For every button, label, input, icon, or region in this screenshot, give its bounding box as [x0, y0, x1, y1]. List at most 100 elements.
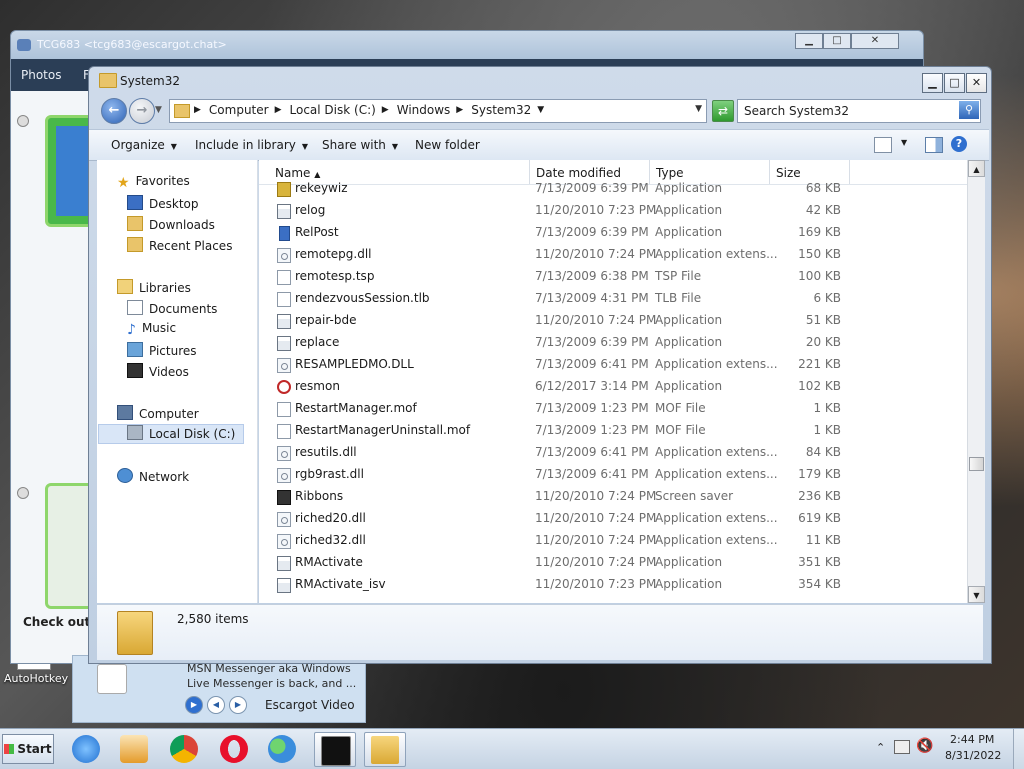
table-row[interactable]: rekeywiz 7/13/2009 6:39 PM Application 68 K…	[259, 178, 967, 200]
messenger-titlebar[interactable]: TCG683 <tcg683@escargot.chat> ▁ □ ✕	[11, 31, 923, 59]
taskbar-chrome[interactable]	[164, 732, 204, 765]
network-tray-icon[interactable]	[894, 740, 910, 754]
vertical-scrollbar[interactable]: ▲ ▼	[967, 160, 985, 603]
table-row[interactable]: riched20.dll 11/20/2010 7:24 PM Applicatio…	[259, 508, 967, 530]
messenger-maximize-button[interactable]: □	[823, 33, 851, 49]
chevron-right-icon[interactable]: ▶	[382, 105, 389, 117]
include-in-library-button[interactable]: Include in library ▼	[195, 138, 308, 152]
search-icon[interactable]: ⚲	[959, 101, 979, 119]
forward-button[interactable]: →	[129, 98, 155, 124]
organize-button[interactable]: Organize ▼	[111, 138, 177, 152]
clock-time[interactable]: 2:44 PM	[950, 733, 994, 746]
recent-pages-dropdown-icon[interactable]: ▼	[155, 105, 162, 115]
start-button[interactable]: Start	[2, 734, 54, 764]
nav-libraries[interactable]: Libraries	[117, 279, 191, 295]
share-with-button[interactable]: Share with ▼	[322, 138, 398, 152]
chevron-right-icon[interactable]: ▶	[194, 105, 201, 117]
file-app-icon	[277, 204, 291, 219]
star-icon: ★	[117, 175, 130, 191]
play-icon[interactable]: ▶	[185, 696, 203, 714]
breadcrumb-system32[interactable]: System32	[471, 103, 531, 117]
minimize-button[interactable]: ▁	[922, 73, 943, 93]
computer-icon	[117, 405, 133, 420]
scroll-thumb[interactable]	[969, 457, 984, 471]
toast-link[interactable]: Escargot Video	[265, 698, 355, 712]
explorer-window[interactable]: System32 ▁ □ ✕ ← → ▼ ▶ Computer ▶ Local …	[88, 66, 992, 664]
chevron-right-icon[interactable]: ▶	[456, 105, 463, 117]
refresh-icon[interactable]: ⇄	[712, 100, 734, 122]
back-button[interactable]: ←	[101, 98, 127, 124]
file-size: 354 KB	[798, 577, 841, 591]
taskbar-command-prompt[interactable]	[314, 732, 356, 767]
close-button[interactable]: ✕	[966, 73, 987, 93]
chevron-right-icon[interactable]: ▶	[275, 105, 282, 117]
new-folder-button[interactable]: New folder	[415, 138, 480, 152]
explorer-titlebar[interactable]: System32 ▁ □ ✕	[89, 67, 991, 95]
preview-pane-icon[interactable]	[925, 137, 943, 153]
table-row[interactable]: RESAMPLEDMO.DLL 7/13/2009 6:41 PM Applicat…	[259, 354, 967, 376]
table-row[interactable]: RMActivate_isv 11/20/2010 7:23 PM Applicat…	[259, 574, 967, 596]
file-list[interactable]: Name ▲ Date modified Type Size rekeywiz 7…	[259, 160, 967, 603]
address-bar[interactable]: ▶ Computer ▶ Local Disk (C:) ▶ Windows ▶…	[169, 99, 707, 123]
taskbar-explorer[interactable]	[364, 732, 406, 767]
next-icon[interactable]: ▶	[229, 696, 247, 714]
scroll-down-button[interactable]: ▼	[968, 586, 985, 603]
nav-pictures[interactable]: Pictures	[127, 342, 197, 358]
messenger-expand-icon[interactable]	[17, 115, 29, 127]
nav-music[interactable]: ♪ Music	[127, 321, 176, 338]
nav-local-disk[interactable]: Local Disk (C:)	[98, 424, 244, 444]
documents-icon	[127, 300, 143, 315]
table-row[interactable]: RMActivate 11/20/2010 7:24 PM Application 3…	[259, 552, 967, 574]
table-row[interactable]: riched32.dll 11/20/2010 7:24 PM Applicatio…	[259, 530, 967, 552]
table-row[interactable]: repair-bde 11/20/2010 7:24 PM Application 5…	[259, 310, 967, 332]
nav-videos[interactable]: Videos	[127, 363, 189, 379]
breadcrumb-computer[interactable]: Computer	[209, 103, 269, 117]
table-row[interactable]: Ribbons 11/20/2010 7:24 PM Screen saver 236…	[259, 486, 967, 508]
taskbar-ie[interactable]	[66, 732, 106, 765]
file-name: RMActivate	[295, 555, 363, 569]
messenger-expand-icon[interactable]	[17, 487, 29, 499]
clock-date[interactable]: 8/31/2022	[945, 749, 1001, 762]
nav-computer[interactable]: Computer	[117, 405, 199, 421]
table-row[interactable]: RestartManager.mof 7/13/2009 1:23 PM MOF F…	[259, 398, 967, 420]
view-options-icon[interactable]	[874, 137, 892, 153]
address-history-dropdown-icon[interactable]: ▼	[695, 104, 702, 114]
table-row[interactable]: rendezvousSession.tlb 7/13/2009 4:31 PM TL…	[259, 288, 967, 310]
table-row[interactable]: rgb9rast.dll 7/13/2009 6:41 PM Application…	[259, 464, 967, 486]
maximize-button[interactable]: □	[944, 73, 965, 93]
breadcrumb-local-disk[interactable]: Local Disk (C:)	[290, 103, 376, 117]
messenger-close-button[interactable]: ✕	[851, 33, 899, 49]
nav-downloads[interactable]: Downloads	[127, 216, 215, 232]
table-row[interactable]: remotepg.dll 11/20/2010 7:24 PM Applicatio…	[259, 244, 967, 266]
messenger-minimize-button[interactable]: ▁	[795, 33, 823, 49]
table-row[interactable]: relog 11/20/2010 7:23 PM Application 42 KB	[259, 200, 967, 222]
table-row[interactable]: RestartManagerUninstall.mof 7/13/2009 1:2…	[259, 420, 967, 442]
previous-icon[interactable]: ◀	[207, 696, 225, 714]
table-row[interactable]: resmon 6/12/2017 3:14 PM Application 102 KB	[259, 376, 967, 398]
help-icon[interactable]: ?	[951, 136, 967, 152]
table-row[interactable]: RelPost 7/13/2009 6:39 PM Application 169 K…	[259, 222, 967, 244]
show-hidden-icons[interactable]: ⌃	[876, 741, 885, 754]
scroll-up-button[interactable]: ▲	[968, 160, 985, 177]
messenger-menu-photos[interactable]: Photos	[21, 68, 61, 82]
taskbar-media-player[interactable]	[114, 732, 154, 765]
nav-desktop[interactable]: Desktop	[127, 195, 199, 211]
chevron-down-icon[interactable]: ▼	[537, 105, 544, 117]
table-row[interactable]: resutils.dll 7/13/2009 6:41 PM Application…	[259, 442, 967, 464]
date-modified: 11/20/2010 7:24 PM	[535, 511, 657, 525]
nav-network[interactable]: Network	[117, 468, 189, 484]
table-row[interactable]: replace 7/13/2009 6:39 PM Application 20 KB	[259, 332, 967, 354]
breadcrumb-windows[interactable]: Windows	[397, 103, 451, 117]
taskbar-opera[interactable]	[214, 732, 254, 765]
navigation-pane[interactable]: ★ Favorites Desktop Downloads Recent Plac…	[97, 160, 258, 603]
messenger-toast[interactable]: MSN Messenger aka Windows Live Messenger…	[72, 655, 366, 723]
nav-documents[interactable]: Documents	[127, 300, 217, 316]
show-desktop-button[interactable]	[1013, 729, 1024, 769]
table-row[interactable]: remotesp.tsp 7/13/2009 6:38 PM TSP File 100…	[259, 266, 967, 288]
volume-muted-icon[interactable]: 🔇	[916, 738, 933, 754]
nav-favorites[interactable]: ★ Favorites	[117, 174, 190, 191]
view-dropdown-icon[interactable]: ▼	[901, 138, 907, 147]
nav-recent-places[interactable]: Recent Places	[127, 237, 232, 253]
search-input[interactable]: Search System32 ⚲	[737, 99, 981, 123]
taskbar-messenger[interactable]	[262, 732, 302, 765]
